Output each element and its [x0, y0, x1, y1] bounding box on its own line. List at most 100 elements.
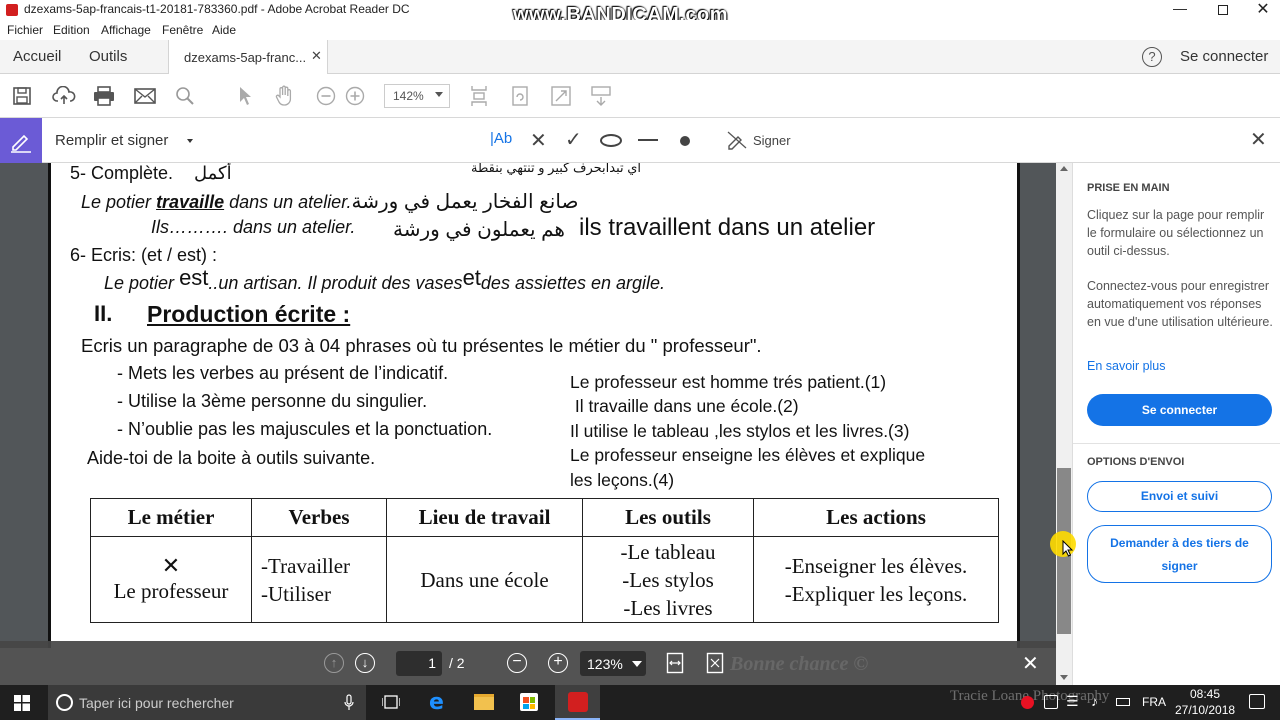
dot-tool-icon[interactable] — [680, 136, 690, 146]
answer-line-3[interactable]: Il utilise le tableau ,les stylos et les… — [570, 421, 909, 442]
rotate-page-icon[interactable] — [507, 84, 533, 108]
menu-edition[interactable]: Edition — [53, 23, 90, 37]
print-icon[interactable] — [91, 84, 117, 108]
clock-time[interactable]: 08:45 — [1190, 687, 1220, 701]
mouse-pointer-icon — [1062, 540, 1074, 557]
zoom-in-icon[interactable]: + — [548, 653, 568, 673]
fit-page-icon[interactable] — [706, 652, 724, 679]
pdf-file-icon — [6, 4, 18, 16]
network-icon[interactable] — [1044, 695, 1058, 709]
signer-label: Signer — [753, 132, 791, 148]
answer-line-1[interactable]: Le professeur est homme trés patient.(1) — [570, 372, 886, 393]
q6-answer-et[interactable]: et — [463, 265, 481, 290]
table-header: Lieu de travail — [386, 498, 583, 537]
fill-sign-tool-badge[interactable] — [0, 118, 42, 163]
fill-form-description: Cliquez sur la page pour remplir le form… — [1087, 208, 1265, 258]
section-number: II. — [94, 301, 113, 326]
signer-button[interactable]: Signer — [726, 128, 791, 152]
help-icon[interactable]: ? — [1142, 47, 1162, 67]
wifi-icon[interactable]: ☰ — [1066, 693, 1079, 710]
edge-browser-icon[interactable]: e — [429, 690, 444, 715]
store-icon[interactable] — [520, 693, 538, 711]
menu-fichier[interactable]: Fichier — [7, 23, 43, 37]
circle-tool-icon[interactable] — [600, 134, 622, 147]
notifications-icon[interactable] — [1249, 694, 1265, 709]
next-page-icon[interactable]: ↓ — [355, 653, 375, 673]
fill-sign-bar: Remplir et signer |Ab ✕ ✓ Signer ✕ — [0, 118, 1280, 163]
close-window-button[interactable]: ✕ — [1248, 0, 1278, 19]
zoom-in-icon[interactable] — [343, 84, 367, 108]
tab-document[interactable]: dzexams-5ap-franc... ✕ — [168, 40, 328, 74]
table-header: Verbes — [251, 498, 387, 537]
add-text-tool[interactable]: |Ab — [490, 130, 512, 147]
send-track-button[interactable]: Envoi et suivi — [1087, 481, 1272, 512]
close-tab-icon[interactable]: ✕ — [311, 48, 322, 64]
save-icon[interactable] — [10, 84, 34, 108]
request-signature-button[interactable]: Demander à des tiers de signer — [1087, 525, 1272, 583]
request-signature-label: Demander à des tiers de signer — [1110, 536, 1249, 573]
fit-page-icon[interactable] — [548, 84, 574, 108]
answer-line-5[interactable]: les leçons.(4) — [570, 470, 674, 491]
page-navigation-bar: ↑ ↓ 1 / 2 − + 123% Bonne chance © ✕ — [0, 641, 1056, 685]
cross-mark-icon[interactable]: ✕ — [530, 128, 547, 153]
menu-affichage[interactable]: Affichage — [101, 23, 151, 37]
minimize-button[interactable]: — — [1165, 0, 1195, 20]
volume-icon[interactable]: ♪ — [1091, 693, 1098, 709]
clock-date[interactable]: 27/10/2018 — [1175, 703, 1235, 717]
email-icon[interactable] — [132, 84, 158, 108]
connect-link[interactable]: Se connecter — [1180, 48, 1268, 65]
action-item: -Expliquer les leçons. — [784, 581, 968, 606]
maximize-button[interactable] — [1208, 0, 1238, 20]
q5-typed-answer[interactable]: ils travaillent dans un atelier — [579, 214, 875, 242]
answer-line-4[interactable]: Le professeur enseigne les élèves et exp… — [570, 445, 925, 466]
previous-page-icon[interactable]: ↑ — [324, 653, 344, 673]
input-language[interactable]: FRA — [1142, 695, 1166, 709]
q6-title: 6- Ecris: (et / est) : — [70, 245, 218, 265]
close-fill-sign-icon[interactable]: ✕ — [1250, 127, 1267, 152]
close-navbar-icon[interactable]: ✕ — [1022, 651, 1039, 676]
select-cursor-icon[interactable] — [234, 84, 258, 108]
q6-line-b: ..un artisan. Il produit des vases — [208, 273, 463, 293]
cross-mark-icon: ✕ — [161, 552, 181, 578]
page-number-input[interactable]: 1 — [396, 651, 442, 676]
bullet-3: - N’oublie pas les majuscules et la ponc… — [117, 419, 493, 439]
cloud-upload-icon[interactable] — [51, 84, 77, 108]
zoom-out-icon[interactable]: − — [507, 653, 527, 673]
connect-button[interactable]: Se connecter — [1087, 394, 1272, 426]
learn-more-link[interactable]: En savoir plus — [1087, 359, 1166, 373]
fill-sign-dropdown-caret[interactable] — [187, 139, 193, 143]
taskbar-search-box[interactable]: Taper ici pour rechercher — [48, 685, 366, 720]
tab-home[interactable]: Accueil — [13, 48, 61, 65]
scroll-down-arrow[interactable] — [1060, 675, 1068, 680]
tab-tools[interactable]: Outils — [89, 48, 127, 65]
menu-fenetre[interactable]: Fenêtre — [162, 23, 203, 37]
answer-line-2[interactable]: Il travaille dans une école.(2) — [570, 396, 799, 417]
menu-aide[interactable]: Aide — [212, 23, 236, 37]
zoom-out-icon[interactable] — [314, 84, 338, 108]
battery-icon[interactable] — [1116, 698, 1130, 706]
page-layout-icon[interactable] — [466, 84, 492, 108]
scroll-mode-icon[interactable] — [588, 84, 614, 108]
tray-app-icon[interactable] — [1021, 696, 1034, 709]
table-header: Le métier — [90, 498, 252, 537]
fit-width-icon[interactable] — [666, 652, 684, 679]
line-tool-icon[interactable] — [638, 139, 658, 141]
fountain-pen-icon — [727, 131, 747, 150]
task-view-icon[interactable] — [381, 695, 401, 715]
file-explorer-icon[interactable] — [474, 694, 494, 710]
windows-start-icon[interactable] — [14, 695, 30, 716]
q6-answer-est[interactable]: est — [179, 265, 208, 290]
check-mark-icon[interactable]: ✓ — [565, 127, 582, 152]
pdf-page[interactable]: 5- Complète. أكمل اي تبدابحرف كبير و تنت… — [48, 163, 1020, 648]
zoom-dropdown[interactable]: 142% — [384, 84, 450, 108]
search-icon[interactable] — [173, 84, 197, 108]
acrobat-taskbar-button[interactable] — [555, 685, 600, 720]
hand-tool-icon[interactable] — [272, 84, 298, 108]
zoom-dropdown[interactable]: 123% — [580, 651, 646, 676]
microphone-icon[interactable] — [344, 694, 354, 716]
document-scrollbar[interactable] — [1056, 163, 1072, 685]
scroll-up-arrow[interactable] — [1060, 166, 1068, 171]
document-viewport[interactable]: 5- Complète. أكمل اي تبدابحرف كبير و تنت… — [0, 163, 1056, 648]
page-total: / 2 — [449, 655, 465, 671]
fill-sign-title[interactable]: Remplir et signer — [55, 132, 168, 149]
